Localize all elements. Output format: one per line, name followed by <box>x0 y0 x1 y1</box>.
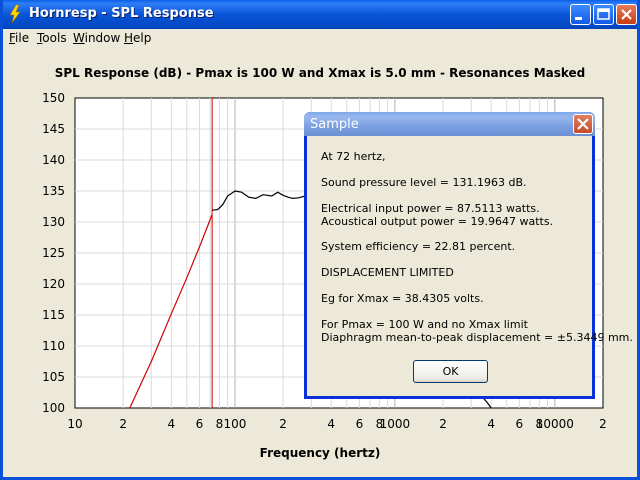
y-tick-label: 140 <box>42 153 65 167</box>
x-tick-label: 8 <box>216 417 224 431</box>
x-tick-label: 10 <box>67 417 82 431</box>
y-axis-ticks: 150 145 140 135 130 125 120 115 110 105 100 <box>42 91 65 415</box>
x-tick-label: 4 <box>487 417 495 431</box>
y-tick-label: 135 <box>42 184 65 198</box>
dialog-title: Sample <box>310 117 359 132</box>
dialog-line-displacement-limited: DISPLACEMENT LIMITED <box>321 266 454 279</box>
y-tick-label: 125 <box>42 246 65 260</box>
sample-dialog: Sample At 72 hertz, Sound pressure level… <box>304 112 633 399</box>
dialog-line-efficiency: System efficiency = 22.81 percent. <box>321 240 516 253</box>
y-tick-label: 105 <box>42 370 65 384</box>
close-icon <box>577 118 589 130</box>
x-tick-label: 10000 <box>536 417 574 431</box>
x-tick-label: 1000 <box>380 417 411 431</box>
y-tick-label: 120 <box>42 277 65 291</box>
y-tick-label: 110 <box>42 339 65 353</box>
dialog-line-acoustic-power: Acoustical output power = 19.9647 watts. <box>321 215 554 228</box>
dialog-title-bar[interactable]: Sample <box>304 112 595 136</box>
x-tick-label: 2 <box>279 417 287 431</box>
dialog-line-eg: Eg for Xmax = 38.4305 volts. <box>321 292 484 305</box>
ok-button[interactable]: OK <box>413 360 488 383</box>
y-tick-label: 145 <box>42 122 65 136</box>
main-window: Hornresp - SPL Response File Tools Windo… <box>0 0 640 480</box>
dialog-line-spl: Sound pressure level = 131.1963 dB. <box>321 176 527 189</box>
x-tick-label: 6 <box>356 417 364 431</box>
x-tick-label: 2 <box>599 417 607 431</box>
x-axis-ticks: 10 2 4 6 8 100 2 4 6 81000 2 4 6 810000 2 <box>67 417 606 431</box>
x-axis-label: Frequency (hertz) <box>259 446 381 460</box>
x-tick-label: 2 <box>439 417 447 431</box>
x-tick-label: 4 <box>327 417 335 431</box>
dialog-line-frequency: At 72 hertz, <box>321 150 386 163</box>
dialog-close-button[interactable] <box>573 114 593 134</box>
dialog-line-diaphragm: Diaphragm mean-to-peak displacement = ±5… <box>321 331 633 344</box>
x-tick-label: 2 <box>119 417 127 431</box>
y-tick-label: 130 <box>42 215 65 229</box>
y-tick-label: 100 <box>42 401 65 415</box>
x-tick-label: 6 <box>196 417 204 431</box>
x-tick-label: 100 <box>223 417 246 431</box>
y-tick-label: 115 <box>42 308 65 322</box>
dialog-line-elec-power: Electrical input power = 87.5113 watts. <box>321 202 540 215</box>
x-tick-label: 4 <box>167 417 175 431</box>
y-tick-label: 150 <box>42 91 65 105</box>
x-tick-label: 6 <box>516 417 524 431</box>
dialog-line-pmax: For Pmax = 100 W and no Xmax limit <box>321 318 528 331</box>
